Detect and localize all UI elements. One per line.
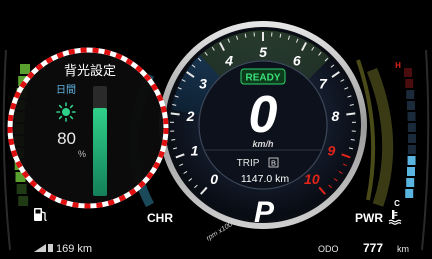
speed-value: 0 [249, 86, 278, 144]
tach-label-7: 7 [319, 75, 328, 91]
ready-badge: READY [245, 73, 280, 84]
tach-label-6: 6 [293, 52, 301, 68]
left-frame-edge [2, 49, 11, 251]
coolant-segment [405, 189, 414, 198]
coolant-segment [407, 101, 415, 110]
coolant-segment [406, 90, 415, 99]
backlight-settings-popup[interactable]: 背光設定 日間 80 % [7, 47, 169, 209]
coolant-segment [404, 68, 412, 77]
trip-label: TRIP [237, 158, 260, 169]
popup-mode-label: 日間 [56, 84, 76, 96]
tach-label-4: 4 [224, 52, 233, 68]
instrument-cluster: 0 1 2 3 4 5 6 7 8 9 10 READY 0 km/h TRIP B 1147.0 … [0, 0, 432, 259]
sun-icon [56, 102, 76, 122]
coolant-segment [407, 112, 416, 121]
fuel-segment [16, 184, 27, 194]
right-frame-edge [421, 49, 430, 251]
tach-tick [346, 112, 356, 116]
coolant-segment [408, 134, 416, 143]
chr-label: CHR [147, 211, 173, 225]
fuel-segment [20, 64, 30, 74]
pwr-label: PWR [355, 211, 383, 225]
tach-label-8: 8 [332, 108, 340, 124]
fuel-range: 169 km [56, 243, 92, 255]
tach-tick [170, 112, 180, 116]
brightness-fill [93, 108, 107, 196]
coolant-segment [406, 178, 415, 187]
tach-label-10: 10 [304, 171, 320, 187]
tach-label-1: 1 [191, 142, 199, 158]
coolant-low-label: C [394, 199, 400, 208]
speed-unit: km/h [252, 139, 274, 149]
tach-label-3: 3 [199, 75, 207, 91]
trip-value: 1147.0 km [241, 173, 290, 185]
gear-indicator: P [254, 196, 275, 229]
fuel-segment [18, 196, 29, 206]
tach-tick [350, 138, 355, 141]
odometer-value: 777 [363, 241, 383, 255]
coolant-temp-gauge [404, 68, 416, 198]
popup-title: 背光設定 [64, 63, 116, 79]
coolant-high-label: H [395, 61, 401, 70]
engine-temp-icon [388, 210, 402, 225]
tach-label-0: 0 [210, 171, 218, 187]
tach-label-2: 2 [186, 108, 195, 124]
coolant-segment [407, 123, 416, 132]
trip-mode: B [271, 159, 276, 168]
coolant-segment [407, 167, 415, 176]
tach-label-5: 5 [259, 44, 267, 60]
brightness-value: 80 [57, 129, 76, 148]
odometer-unit: km [397, 244, 409, 254]
fuel-pump-icon [34, 208, 47, 221]
coolant-segment [405, 79, 414, 88]
cluster-canvas: 012345678910 READY 0 km/h TRIP B 1147.0 … [2, 21, 430, 255]
tach-tick [171, 138, 176, 141]
brightness-unit: % [78, 149, 86, 159]
coolant-segment [407, 156, 416, 165]
odometer-label: ODO [318, 244, 339, 254]
rpm-multiplier: rpm x1000 [205, 219, 237, 243]
range-icon [34, 244, 53, 252]
coolant-segment [407, 145, 416, 154]
tach-label-9: 9 [328, 142, 336, 158]
